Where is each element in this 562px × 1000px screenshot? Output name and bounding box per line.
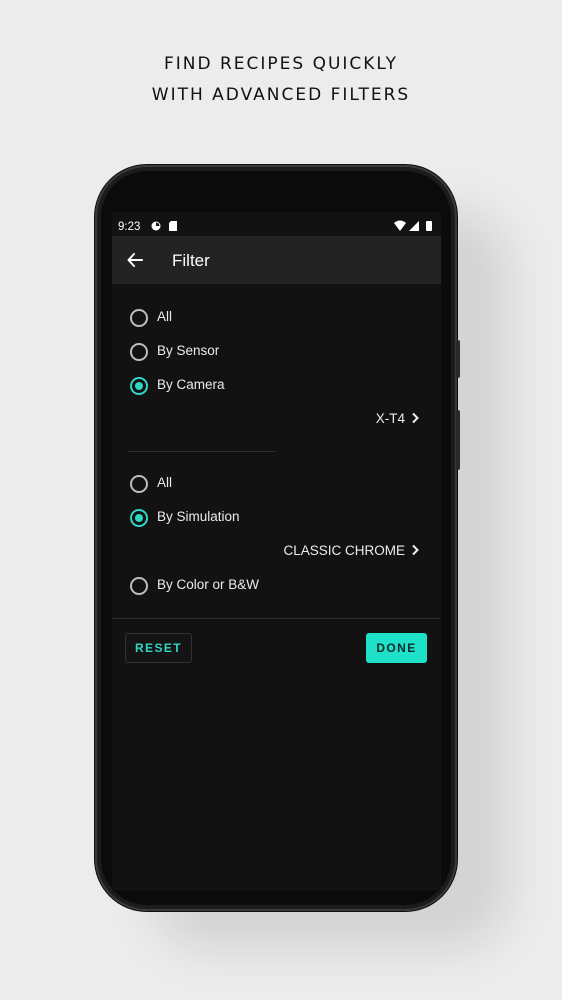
radio-button[interactable] xyxy=(130,577,148,595)
wifi-icon xyxy=(394,220,406,231)
radio-button-selected[interactable] xyxy=(130,377,148,395)
chevron-right-icon xyxy=(412,544,419,556)
cloud-sync-icon xyxy=(151,221,161,231)
camera-selector[interactable]: X-T4 xyxy=(376,408,419,428)
app-screen: 9:23 Filter All By Sensor By Camera X-T4 xyxy=(112,212,441,890)
radio-by-simulation[interactable]: By Simulation xyxy=(130,506,430,530)
radio-by-camera[interactable]: By Camera xyxy=(130,374,430,398)
radio-label: All xyxy=(157,475,173,490)
status-bar: 9:23 xyxy=(112,212,441,236)
actions-divider xyxy=(112,618,441,619)
radio-by-sensor[interactable]: By Sensor xyxy=(130,340,430,364)
volume-button xyxy=(456,410,460,470)
camera-value: X-T4 xyxy=(375,410,405,426)
radio-by-color-or-bw[interactable]: By Color or B&W xyxy=(130,574,430,598)
radio-button-selected[interactable] xyxy=(130,509,148,527)
radio-label: By Sensor xyxy=(157,343,220,358)
radio-label: By Camera xyxy=(157,377,225,392)
radio-label: By Color or B&W xyxy=(157,577,260,592)
radio-sensor-all[interactable]: All xyxy=(130,306,430,330)
chevron-right-icon xyxy=(412,412,419,424)
status-icons-right xyxy=(394,220,432,231)
radio-button[interactable] xyxy=(130,309,148,327)
status-time: 9:23 xyxy=(118,221,141,233)
page-title: Filter xyxy=(172,251,210,270)
radio-label: All xyxy=(157,309,173,324)
arrow-left-icon[interactable] xyxy=(126,251,144,269)
radio-button[interactable] xyxy=(130,343,148,361)
promo-headline-line1: FIND RECIPES QUICKLY xyxy=(163,54,399,74)
app-toolbar: Filter xyxy=(112,236,441,284)
simulation-selector[interactable]: CLASSIC CHROME xyxy=(283,540,419,560)
radio-button[interactable] xyxy=(130,475,148,493)
radio-simulation-all[interactable]: All xyxy=(130,472,430,496)
section-divider xyxy=(128,451,276,452)
promo-headline-line2: WITH ADVANCED FILTERS xyxy=(151,85,411,105)
radio-label: By Simulation xyxy=(157,509,240,524)
simulation-value: CLASSIC CHROME xyxy=(283,542,405,558)
power-button xyxy=(456,340,460,378)
cellular-signal-icon xyxy=(409,221,419,231)
done-button[interactable]: DONE xyxy=(366,633,427,663)
battery-icon xyxy=(426,221,432,231)
reset-button[interactable]: RESET xyxy=(125,633,192,663)
sd-card-icon xyxy=(169,221,177,231)
